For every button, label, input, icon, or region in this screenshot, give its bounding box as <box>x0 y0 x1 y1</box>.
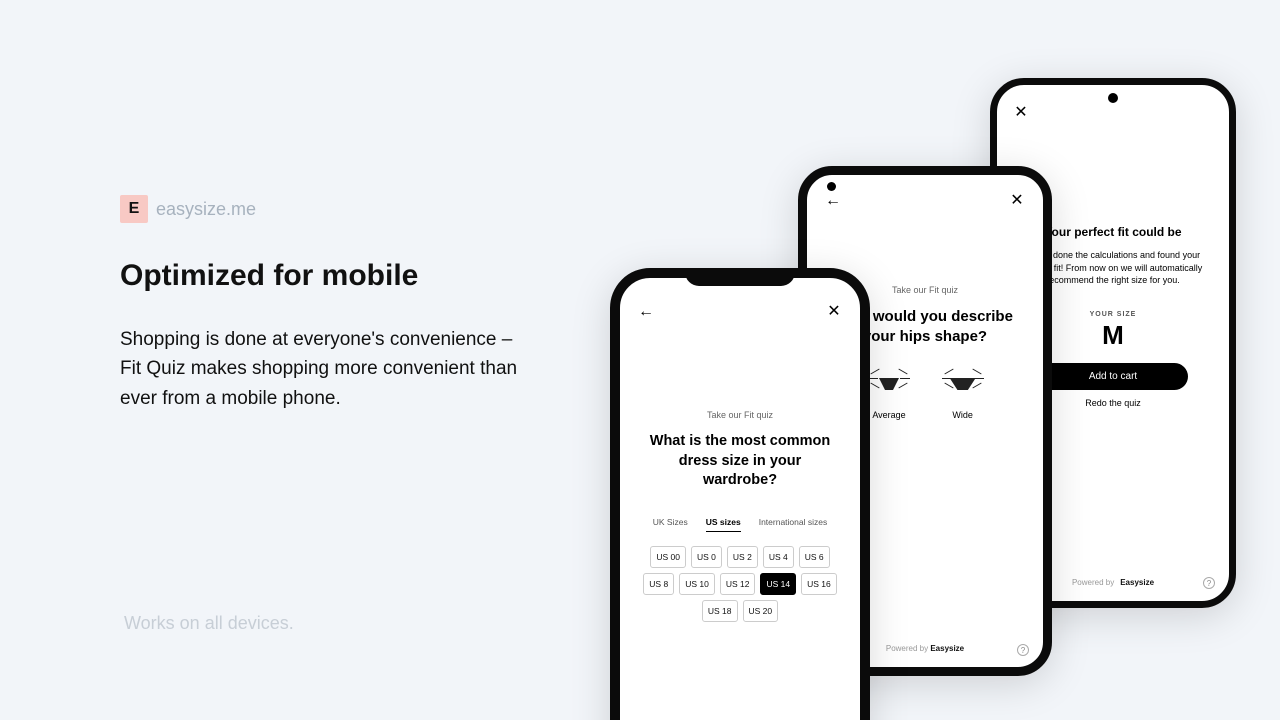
hips-wide-icon <box>948 368 978 398</box>
powered-brand: Easysize <box>930 644 964 653</box>
size-system-tabs: UK Sizes US sizes International sizes <box>634 517 846 532</box>
size-chip[interactable]: US 2 <box>727 546 758 568</box>
brand-row: E easysize.me <box>120 195 530 223</box>
help-icon[interactable]: ? <box>1017 644 1029 656</box>
hips-option-label: Wide <box>952 410 973 420</box>
size-grid: US 00US 0US 2US 4US 6 US 8US 10US 12US 14… <box>634 546 846 622</box>
hips-option-wide[interactable]: Wide <box>948 368 978 420</box>
size-chip[interactable]: US 8 <box>643 573 674 595</box>
phone-notch-icon <box>685 268 795 286</box>
headline: Optimized for mobile <box>120 259 530 293</box>
phone-size-question: ← ✕ Take our Fit quiz What is the most c… <box>610 268 870 720</box>
powered-brand: Easysize <box>1120 578 1154 587</box>
size-chip[interactable]: US 00 <box>650 546 686 568</box>
back-arrow-icon[interactable]: ← <box>821 189 845 213</box>
hips-option-average[interactable]: Average <box>872 368 905 420</box>
size-chip[interactable]: US 18 <box>702 600 738 622</box>
help-icon[interactable]: ? <box>1203 577 1215 589</box>
size-chip[interactable]: US 6 <box>799 546 830 568</box>
close-icon[interactable]: ✕ <box>1005 189 1029 213</box>
back-arrow-icon[interactable]: ← <box>634 300 658 324</box>
footer-tagline: Works on all devices. <box>124 613 294 634</box>
size-chip[interactable]: US 14 <box>760 573 796 595</box>
tab-international-sizes[interactable]: International sizes <box>759 517 828 532</box>
size-chip[interactable]: US 20 <box>743 600 779 622</box>
hips-option-label: Average <box>872 410 905 420</box>
camera-dot-icon <box>1108 93 1118 103</box>
tab-us-sizes[interactable]: US sizes <box>706 517 741 532</box>
brand-name: easysize.me <box>156 199 256 220</box>
camera-dot-icon <box>827 182 836 191</box>
close-icon[interactable]: ✕ <box>1009 101 1033 125</box>
size-chip[interactable]: US 0 <box>691 546 722 568</box>
size-chip[interactable]: US 10 <box>679 573 715 595</box>
add-to-cart-button[interactable]: Add to cart <box>1038 363 1188 390</box>
quiz-question: What is the most common dress size in yo… <box>634 432 846 491</box>
size-chip[interactable]: US 16 <box>801 573 837 595</box>
size-chip[interactable]: US 12 <box>720 573 756 595</box>
hips-average-icon <box>874 368 904 398</box>
brand-badge: E <box>120 195 148 223</box>
close-icon[interactable]: ✕ <box>822 300 846 324</box>
powered-prefix: Powered by <box>886 644 930 653</box>
powered-prefix: Powered by <box>1072 578 1114 587</box>
tab-uk-sizes[interactable]: UK Sizes <box>653 517 688 532</box>
body-text: Shopping is done at everyone's convenien… <box>120 325 530 413</box>
quiz-eyebrow: Take our Fit quiz <box>634 410 846 420</box>
size-chip[interactable]: US 4 <box>763 546 794 568</box>
